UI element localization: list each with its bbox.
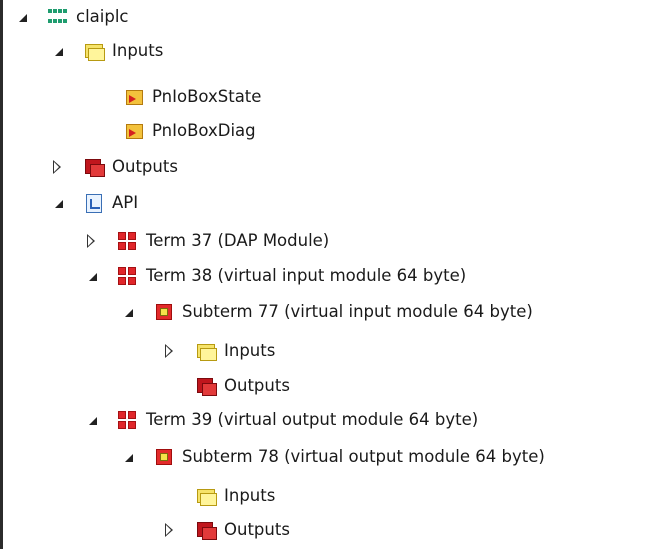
tree-item-term-38[interactable]: Term 38 (virtual input module 64 byte)	[82, 259, 466, 293]
input-variable-icon	[124, 87, 144, 107]
expand-arrow-icon[interactable]	[82, 259, 100, 293]
tree-item-subterm-78[interactable]: Subterm 78 (virtual output module 64 byt…	[118, 440, 545, 474]
tree-item-label: API	[112, 193, 139, 212]
tree-item-inputs[interactable]: Inputs	[160, 479, 275, 513]
tree-item-label: Outputs	[224, 520, 290, 539]
tree-item-inputs[interactable]: Inputs	[160, 334, 275, 368]
tree-item-label: Inputs	[224, 486, 276, 505]
tree-item-label: PnIoBoxState	[152, 87, 262, 106]
tree-item-subterm-77[interactable]: Subterm 77 (virtual input module 64 byte…	[118, 295, 533, 329]
tree-item-api[interactable]: API	[48, 186, 138, 220]
collapse-arrow-icon[interactable]	[48, 150, 66, 184]
tree-item-pniboxdiag[interactable]: PnIoBoxDiag	[88, 114, 256, 148]
outputs-folder-icon	[196, 376, 217, 396]
tree-item-pniboxstate[interactable]: PnIoBoxState	[88, 80, 261, 114]
tree-item-claiplc[interactable]: claiplc	[12, 0, 128, 34]
input-variable-icon	[124, 121, 144, 141]
subterminal-icon	[154, 447, 174, 467]
tree-left-border	[0, 0, 3, 549]
tree-item-label: Term 37 (DAP Module)	[146, 231, 330, 250]
inputs-folder-icon	[84, 41, 105, 61]
expand-arrow-icon[interactable]	[82, 403, 100, 437]
expand-arrow-icon[interactable]	[48, 34, 66, 68]
terminal-icon	[118, 410, 138, 431]
tree-item-label: claiplc	[76, 7, 129, 26]
terminal-icon	[118, 231, 138, 252]
tree-item-term-37[interactable]: Term 37 (DAP Module)	[82, 224, 329, 258]
collapse-arrow-icon[interactable]	[160, 334, 178, 368]
expand-arrow-icon[interactable]	[118, 440, 136, 474]
tree-item-label: Subterm 78 (virtual output module 64 byt…	[182, 447, 545, 466]
tree-item-term-39[interactable]: Term 39 (virtual output module 64 byte)	[82, 403, 478, 437]
tree-item-label: Term 39 (virtual output module 64 byte)	[146, 410, 479, 429]
outputs-folder-icon	[196, 520, 217, 540]
inputs-folder-icon	[196, 486, 217, 506]
collapse-arrow-icon[interactable]	[160, 513, 178, 547]
tree-item-outputs[interactable]: Outputs	[160, 369, 290, 403]
inputs-folder-icon	[196, 341, 217, 361]
subterminal-icon	[154, 302, 174, 322]
tree-item-inputs[interactable]: Inputs	[48, 34, 163, 68]
tree-item-label: Subterm 77 (virtual input module 64 byte…	[182, 302, 533, 321]
tree-item-outputs[interactable]: Outputs	[160, 513, 290, 547]
tree-item-label: Inputs	[224, 341, 276, 360]
solution-tree: claiplc Inputs PnIoBoxState PnIoBoxDiag …	[0, 0, 655, 549]
expand-arrow-icon[interactable]	[118, 295, 136, 329]
tree-item-label: PnIoBoxDiag	[152, 121, 256, 140]
plc-icon	[48, 6, 68, 29]
expand-arrow-icon[interactable]	[12, 0, 30, 34]
tree-item-label: Outputs	[224, 376, 290, 395]
outputs-folder-icon	[84, 157, 105, 177]
tree-item-label: Term 38 (virtual input module 64 byte)	[146, 266, 467, 285]
tree-item-outputs[interactable]: Outputs	[48, 150, 178, 184]
expand-arrow-icon[interactable]	[48, 186, 66, 220]
tree-item-label: Outputs	[112, 157, 178, 176]
collapse-arrow-icon[interactable]	[82, 224, 100, 258]
terminal-icon	[118, 266, 138, 287]
api-icon	[84, 193, 104, 213]
tree-item-label: Inputs	[112, 41, 164, 60]
